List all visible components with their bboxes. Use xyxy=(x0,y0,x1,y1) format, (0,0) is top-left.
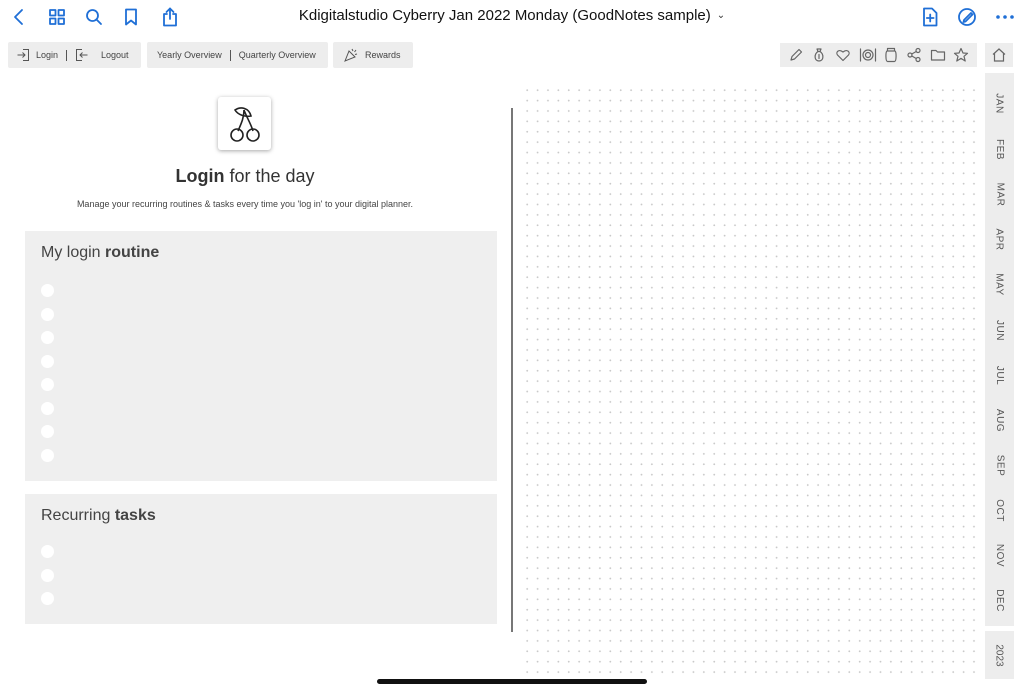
login-label: Login xyxy=(36,50,59,60)
tab-label: NOV xyxy=(993,543,1005,567)
tab-mar[interactable]: MAR xyxy=(985,171,1014,217)
jar-icon[interactable] xyxy=(884,47,898,63)
logout-label: Logout xyxy=(101,50,129,60)
tab-aug[interactable]: AUG xyxy=(985,397,1014,443)
session-nav: Login Logout xyxy=(8,42,141,68)
routine-heading: My login routine xyxy=(41,244,159,262)
tasks-heading-bold: tasks xyxy=(114,507,156,524)
rewards-link[interactable]: Rewards xyxy=(333,42,413,68)
chevron-down-icon: ⌄ xyxy=(716,10,726,21)
page-subtitle: Manage your recurring routines & tasks e… xyxy=(76,199,414,209)
tab-label: FEB xyxy=(993,138,1005,160)
routine-checkbox[interactable] xyxy=(41,354,54,368)
tab-nov[interactable]: NOV xyxy=(985,532,1014,578)
routine-checkbox[interactable] xyxy=(41,448,54,462)
tab-label: APR xyxy=(994,227,1005,251)
nav-separator xyxy=(66,49,68,61)
pencil-icon[interactable] xyxy=(788,47,804,63)
tab-label: JUL xyxy=(993,365,1005,385)
quarterly-overview-link[interactable]: Quarterly Overview xyxy=(239,50,316,60)
tab-dec[interactable]: DEC xyxy=(985,577,1014,623)
tasks-heading: Recurring tasks xyxy=(41,507,156,525)
share-nodes-icon[interactable] xyxy=(906,47,922,63)
login-link[interactable]: Login xyxy=(16,48,58,62)
home-icon xyxy=(992,48,1006,62)
cherry-logo xyxy=(218,97,271,150)
routine-checkbox[interactable] xyxy=(41,284,54,297)
meal-icon[interactable] xyxy=(859,47,877,63)
page-title: Login for the day xyxy=(0,166,490,187)
month-tabs: JAN FEB MAR APR MAY JUN JUL AUG SEP OCT … xyxy=(985,73,1014,626)
dot-grid-notes-area[interactable] xyxy=(522,85,976,680)
tasks-heading-text: Recurring xyxy=(41,507,115,524)
tab-label: AUG xyxy=(993,408,1005,432)
routine-checkbox[interactable] xyxy=(41,378,54,391)
tab-year[interactable]: 2023 xyxy=(985,631,1014,679)
tab-oct[interactable]: OCT xyxy=(985,487,1014,533)
routine-heading-bold: routine xyxy=(105,244,160,261)
tab-label: JAN xyxy=(994,92,1005,114)
heart-icon[interactable] xyxy=(835,47,851,63)
login-icon xyxy=(17,49,29,61)
cherry-icon xyxy=(229,106,260,142)
money-bag-icon[interactable] xyxy=(811,47,827,63)
tab-feb[interactable]: FEB xyxy=(985,126,1014,172)
login-routine-card: My login routine xyxy=(25,231,497,481)
routine-checkbox[interactable] xyxy=(41,307,54,321)
task-checkbox[interactable] xyxy=(41,545,54,558)
tab-jun[interactable]: JUN xyxy=(985,307,1014,353)
add-page-icon[interactable] xyxy=(917,4,943,30)
quick-tools xyxy=(780,43,977,67)
routine-checkbox[interactable] xyxy=(41,331,54,344)
recurring-tasks-card: Recurring tasks xyxy=(25,494,497,624)
tab-label: SEP xyxy=(993,454,1005,476)
tab-label: JUN xyxy=(993,319,1005,341)
nav-separator xyxy=(229,49,231,61)
document-title[interactable]: Kdigitalstudio Cyberry Jan 2022 Monday (… xyxy=(0,7,1024,24)
page-title-rest: for the day xyxy=(224,166,315,186)
tab-label: OCT xyxy=(993,498,1005,522)
folder-icon[interactable] xyxy=(930,47,946,63)
document-title-text: Kdigitalstudio Cyberry Jan 2022 Monday (… xyxy=(298,7,711,24)
year-label: 2023 xyxy=(994,643,1005,667)
tab-jan[interactable]: JAN xyxy=(985,80,1014,126)
home-button[interactable] xyxy=(985,43,1013,67)
tab-label: MAY xyxy=(994,272,1005,296)
rewards-label: Rewards xyxy=(365,50,401,60)
tab-jul[interactable]: JUL xyxy=(985,352,1014,398)
page-divider xyxy=(511,108,513,632)
pen-mode-icon[interactable] xyxy=(954,4,980,30)
home-indicator[interactable] xyxy=(377,679,647,684)
app-toolbar: Kdigitalstudio Cyberry Jan 2022 Monday (… xyxy=(0,0,1024,34)
party-popper-icon xyxy=(344,48,358,62)
routine-heading-text: My login xyxy=(41,244,106,261)
tab-may[interactable]: MAY xyxy=(985,261,1014,307)
tab-apr[interactable]: APR xyxy=(985,216,1014,262)
routine-checkbox[interactable] xyxy=(41,401,54,415)
yearly-overview-link[interactable]: Yearly Overview xyxy=(157,50,222,60)
logout-icon xyxy=(76,49,88,61)
tab-label: MAR xyxy=(993,182,1005,206)
routine-checkbox[interactable] xyxy=(41,425,54,438)
star-icon[interactable] xyxy=(953,47,969,63)
task-checkbox[interactable] xyxy=(41,592,54,605)
task-checkbox[interactable] xyxy=(41,568,54,582)
overview-nav: Yearly Overview Quarterly Overview xyxy=(147,42,328,68)
tab-label: DEC xyxy=(994,588,1005,612)
page-title-bold: Login xyxy=(175,166,225,186)
logout-link[interactable]: Logout xyxy=(75,48,129,62)
more-icon[interactable] xyxy=(992,4,1018,30)
tab-sep[interactable]: SEP xyxy=(985,442,1014,488)
